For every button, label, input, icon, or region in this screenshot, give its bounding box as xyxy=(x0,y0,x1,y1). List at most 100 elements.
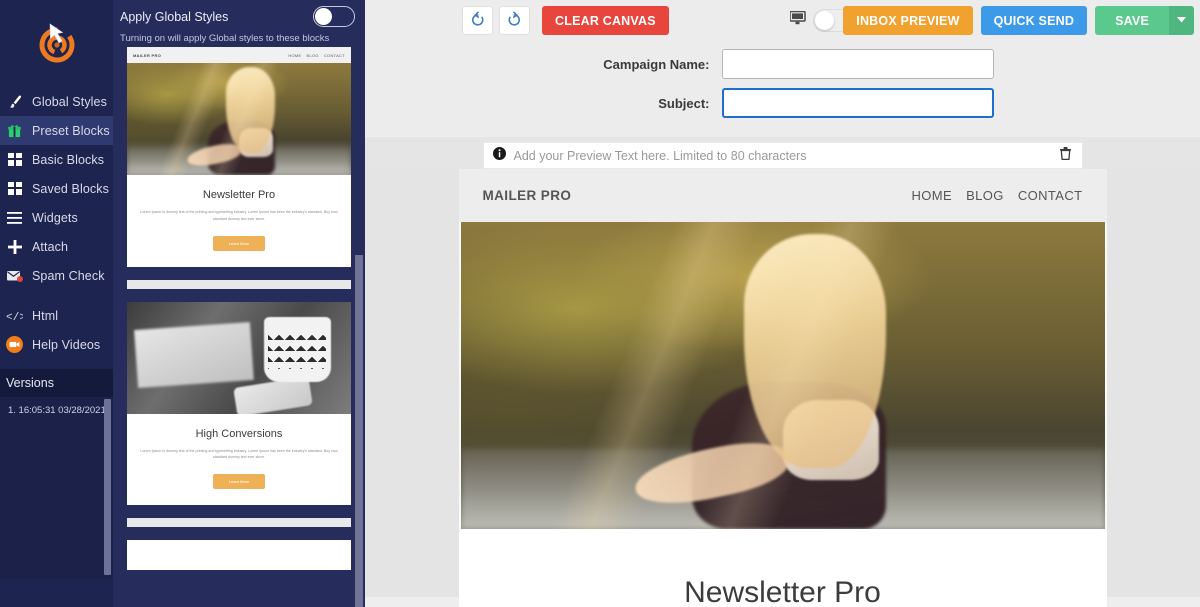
clear-canvas-button[interactable]: CLEAR CANVAS xyxy=(542,6,669,35)
svg-text:</>: </> xyxy=(6,312,23,322)
campaign-form: Campaign Name: Subject: xyxy=(365,41,1200,137)
hamburger-icon xyxy=(6,209,23,226)
gift-icon xyxy=(6,122,23,139)
email-navbar: MAILER PRO HOME BLOG CONTACT xyxy=(458,169,1107,222)
preset-block-cta-button[interactable]: Learn More xyxy=(212,235,266,251)
apply-global-styles-toggle[interactable] xyxy=(313,6,355,27)
sidebar-item-help-videos[interactable]: Help Videos xyxy=(0,330,113,359)
email-builder-app: Global Styles Preset Blocks Basic Blocks… xyxy=(0,0,1200,607)
subject-row: Subject: xyxy=(365,88,1200,118)
inbox-preview-button[interactable]: INBOX PREVIEW xyxy=(843,6,973,35)
grid-blocks-icon xyxy=(6,180,23,197)
campaign-name-row: Campaign Name: xyxy=(365,49,1200,79)
preset-block-card: Newsletter Pro Lorem Ipsum is dummy text… xyxy=(127,175,351,267)
email-brand-label: MAILER PRO xyxy=(482,188,572,203)
quick-send-button[interactable]: QUICK SEND xyxy=(980,6,1088,35)
sidebar-item-attach[interactable]: Attach xyxy=(0,232,113,261)
email-nav-links: HOME BLOG CONTACT xyxy=(911,188,1082,203)
desktop-monitor-icon[interactable] xyxy=(789,10,806,30)
preset-blocks-scroll-area[interactable]: MAILER PRO HOME BLOG CONTACT Newsletter … xyxy=(113,47,365,607)
preview-text-bar[interactable]: Add your Preview Text here. Limited to 8… xyxy=(482,142,1083,169)
video-camera-icon xyxy=(6,336,23,353)
trash-icon[interactable] xyxy=(1059,146,1073,165)
sidebar-item-basic-blocks[interactable]: Basic Blocks xyxy=(0,145,113,174)
preset-block-heading: Newsletter Pro xyxy=(202,189,276,201)
sidebar-item-spam-check[interactable]: Spam Check xyxy=(0,261,113,290)
preset-block-newsletter-pro[interactable]: MAILER PRO HOME BLOG CONTACT Newsletter … xyxy=(127,47,351,267)
redo-button[interactable] xyxy=(499,6,530,35)
sidebar-item-html[interactable]: </> Html xyxy=(0,301,113,330)
preset-block-nav-links: HOME BLOG CONTACT xyxy=(288,53,345,58)
email-body-section[interactable]: Newsletter Pro xyxy=(458,529,1107,607)
sidebar-item-label: Preset Blocks xyxy=(32,123,110,138)
version-list-item[interactable]: 1. 16:05:31 03/28/2021 xyxy=(0,397,113,416)
grid-blocks-icon xyxy=(6,151,23,168)
preset-block-next[interactable] xyxy=(127,540,351,571)
versions-header: Versions xyxy=(0,369,113,397)
sidebar-item-label: Global Styles xyxy=(32,94,107,109)
nav-link: CONTACT xyxy=(323,52,345,58)
preset-block-partial xyxy=(127,540,351,571)
app-logo[interactable] xyxy=(0,0,113,85)
preview-text-placeholder: Add your Preview Text here. Limited to 8… xyxy=(513,148,807,163)
apply-global-styles-label: Apply Global Styles xyxy=(120,9,229,24)
preset-block-card: High Conversions Lorem Ipsum is dummy te… xyxy=(127,413,351,506)
chevron-down-icon xyxy=(1177,16,1186,25)
versions-list[interactable]: 1. 16:05:31 03/28/2021 xyxy=(0,397,113,579)
preset-block-brand: MAILER PRO xyxy=(133,52,162,58)
subject-label: Subject: xyxy=(658,95,710,111)
preset-block-cta-button[interactable]: Learn More xyxy=(212,474,266,490)
sidebar-divider-space xyxy=(0,290,113,301)
paintbrush-icon xyxy=(6,93,23,110)
versions-header-label: Versions xyxy=(6,376,54,390)
toolbar-right-group: INBOX PREVIEW QUICK SEND SAVE xyxy=(843,6,1194,35)
preset-panel-scrollbar-thumb[interactable] xyxy=(355,255,363,607)
sidebar-item-label: Saved Blocks xyxy=(32,181,109,196)
redo-icon xyxy=(507,11,522,31)
email-nav-link-contact[interactable]: CONTACT xyxy=(1018,188,1083,203)
sidebar-item-global-styles[interactable]: Global Styles xyxy=(0,87,113,116)
target-cursor-logo-icon xyxy=(30,16,84,70)
top-toolbar: CLEAR CANVAS INBOX PREVIEW QUICK SEND SA… xyxy=(365,0,1200,41)
email-nav-link-home[interactable]: HOME xyxy=(911,188,952,203)
preset-block-navbar: MAILER PRO HOME BLOG CONTACT xyxy=(127,47,351,63)
info-icon xyxy=(492,146,506,165)
campaign-name-input[interactable] xyxy=(721,49,994,79)
sidebar-item-label: Html xyxy=(32,308,59,323)
sidebar-item-label: Widgets xyxy=(32,210,78,225)
email-canvas[interactable]: MAILER PRO HOME BLOG CONTACT Newsletter … xyxy=(365,169,1200,607)
nav-link: HOME xyxy=(288,52,302,58)
subject-input[interactable] xyxy=(721,88,994,118)
preset-block-hero-image xyxy=(127,63,351,175)
sidebar-item-saved-blocks[interactable]: Saved Blocks xyxy=(0,174,113,203)
switch-knob xyxy=(814,11,834,30)
email-heading: Newsletter Pro xyxy=(684,576,881,607)
envelope-alert-icon xyxy=(6,267,23,284)
preset-block-high-conversions[interactable]: High Conversions Lorem Ipsum is dummy te… xyxy=(127,301,351,506)
email-hero-image[interactable] xyxy=(460,222,1105,529)
preset-block-hero-image xyxy=(127,301,351,414)
toolbar-left-group: CLEAR CANVAS xyxy=(462,6,872,35)
versions-scrollbar-thumb[interactable] xyxy=(104,399,111,575)
sidebar-item-preset-blocks[interactable]: Preset Blocks xyxy=(0,116,113,145)
email-nav-link-blog[interactable]: BLOG xyxy=(966,188,1004,203)
undo-button[interactable] xyxy=(462,6,493,35)
nav-link: BLOG xyxy=(306,52,319,58)
sidebar-item-label: Spam Check xyxy=(32,268,105,283)
sidebar-item-label: Help Videos xyxy=(32,337,101,352)
plus-icon xyxy=(6,238,23,255)
toggle-knob xyxy=(315,8,332,25)
campaign-name-label: Campaign Name: xyxy=(603,56,710,72)
preset-panel-header: Apply Global Styles Turning on will appl… xyxy=(113,0,365,44)
sidebar-item-widgets[interactable]: Widgets xyxy=(0,203,113,232)
preset-block-separator xyxy=(127,279,351,289)
preset-block-body: Lorem Ipsum is dummy text of the printin… xyxy=(140,448,338,460)
main-area: CLEAR CANVAS INBOX PREVIEW QUICK SEND SA… xyxy=(365,0,1200,607)
left-sidebar: Global Styles Preset Blocks Basic Blocks… xyxy=(0,0,113,607)
save-button-group: SAVE xyxy=(1095,6,1194,35)
preset-block-heading: High Conversions xyxy=(195,427,283,440)
save-button[interactable]: SAVE xyxy=(1095,6,1169,35)
email-document: MAILER PRO HOME BLOG CONTACT Newsletter … xyxy=(458,169,1107,607)
preset-blocks-panel: Apply Global Styles Turning on will appl… xyxy=(113,0,365,607)
save-dropdown-button[interactable] xyxy=(1169,6,1194,35)
